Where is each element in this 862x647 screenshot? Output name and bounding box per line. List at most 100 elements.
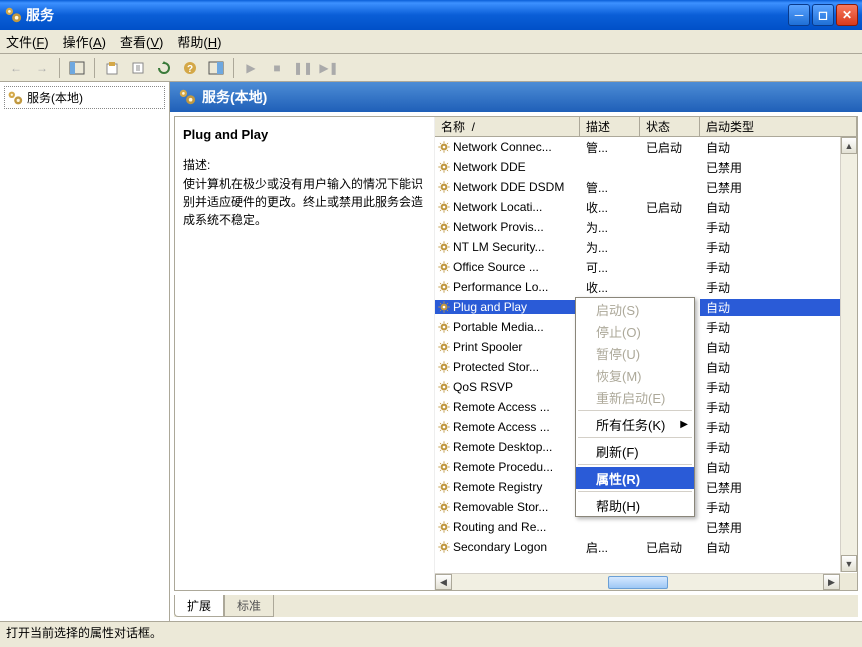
gear-icon <box>437 240 451 254</box>
service-description: 使计算机在极少或没有用户输入的情况下能识别并适应硬件的更改。终止或禁用此服务会造… <box>183 175 426 229</box>
view-tabs: 扩展 标准 <box>174 595 858 617</box>
cell-start: 已禁用 <box>700 479 857 496</box>
table-row[interactable]: Network Locati...收...已启动自动 <box>435 197 857 217</box>
cell-name: Remote Desktop... <box>453 440 552 454</box>
back-button[interactable]: ← <box>4 57 28 79</box>
ctx-refresh[interactable]: 刷新(F) <box>576 440 694 462</box>
gear-icon <box>437 440 451 454</box>
ctx-restart[interactable]: 重新启动(E) <box>576 386 694 408</box>
list-header: 名称 / 描述 状态 启动类型 <box>435 117 857 137</box>
ctx-alltasks[interactable]: 所有任务(K)▶ <box>576 413 694 435</box>
gear-icon <box>437 200 451 214</box>
toolbar-properties-button[interactable] <box>100 57 124 79</box>
cell-start: 手动 <box>700 399 857 416</box>
table-row[interactable]: Secondary Logon启...已启动自动 <box>435 537 857 557</box>
gear-icon <box>437 220 451 234</box>
cell-name: Remote Access ... <box>453 420 550 434</box>
ctx-start[interactable]: 启动(S) <box>576 298 694 320</box>
cell-start: 自动 <box>700 539 857 556</box>
table-row[interactable]: NT LM Security...为...手动 <box>435 237 857 257</box>
cell-start: 自动 <box>700 359 857 376</box>
table-row[interactable]: Network Connec...管...已启动自动 <box>435 137 857 157</box>
gear-icon <box>437 420 451 434</box>
cell-name: Network DDE DSDM <box>453 180 564 194</box>
gear-icon <box>437 360 451 374</box>
col-name[interactable]: 名称 / <box>435 117 580 136</box>
gears-icon <box>7 90 23 106</box>
vertical-scrollbar[interactable]: ▲ ▼ <box>840 137 857 572</box>
toolbar-help-button[interactable]: ? <box>178 57 202 79</box>
table-row[interactable]: Office Source ...可...手动 <box>435 257 857 277</box>
cell-name: Network Provis... <box>453 220 544 234</box>
cell-name: Removable Stor... <box>453 500 548 514</box>
scroll-left-button[interactable]: ◀ <box>435 574 452 590</box>
cell-start: 已禁用 <box>700 179 857 196</box>
table-row[interactable]: Performance Lo...收...手动 <box>435 277 857 297</box>
toolbar-showpane-button[interactable] <box>65 57 89 79</box>
gear-icon <box>437 160 451 174</box>
menu-file[interactable]: 文件(F) <box>6 32 49 51</box>
gear-icon <box>437 480 451 494</box>
maximize-button[interactable]: ◻ <box>812 4 834 26</box>
close-button[interactable]: ✕ <box>836 4 858 26</box>
cell-name: Performance Lo... <box>453 280 548 294</box>
gear-icon <box>437 520 451 534</box>
tab-extended[interactable]: 扩展 <box>174 595 224 617</box>
menu-view[interactable]: 查看(V) <box>120 32 163 51</box>
menu-action[interactable]: 操作(A) <box>63 32 106 51</box>
pause-button[interactable]: ❚❚ <box>291 57 315 79</box>
col-start[interactable]: 启动类型 <box>700 117 857 136</box>
table-row[interactable]: Routing and Re...已禁用 <box>435 517 857 537</box>
cell-name: Network Locati... <box>453 200 542 214</box>
stop-button[interactable]: ■ <box>265 57 289 79</box>
cell-start: 已禁用 <box>700 519 857 536</box>
gear-icon <box>437 320 451 334</box>
cell-start: 手动 <box>700 499 857 516</box>
tree-panel: 服务(本地) <box>0 82 170 621</box>
gear-icon <box>437 380 451 394</box>
gear-icon <box>437 140 451 154</box>
tree-root-label: 服务(本地) <box>27 89 83 106</box>
minimize-button[interactable]: ─ <box>788 4 810 26</box>
col-status[interactable]: 状态 <box>640 117 700 136</box>
restart-button[interactable]: ▶❚ <box>317 57 341 79</box>
ctx-resume[interactable]: 恢复(M) <box>576 364 694 386</box>
toolbar-list-button[interactable] <box>204 57 228 79</box>
cell-name: QoS RSVP <box>453 380 513 394</box>
ctx-stop[interactable]: 停止(O) <box>576 320 694 342</box>
cell-name: Secondary Logon <box>453 540 547 554</box>
ctx-pause[interactable]: 暂停(U) <box>576 342 694 364</box>
gear-icon <box>437 260 451 274</box>
horizontal-scrollbar[interactable]: ◀ ▶ <box>435 573 840 590</box>
forward-button[interactable]: → <box>30 57 54 79</box>
table-row[interactable]: Network Provis...为...手动 <box>435 217 857 237</box>
table-row[interactable]: Network DDE DSDM管...已禁用 <box>435 177 857 197</box>
ctx-help[interactable]: 帮助(H) <box>576 494 694 516</box>
menu-help[interactable]: 帮助(H) <box>177 32 221 51</box>
cell-name: Network DDE <box>453 160 526 174</box>
menubar: 文件(F) 操作(A) 查看(V) 帮助(H) <box>0 30 862 54</box>
tab-standard[interactable]: 标准 <box>224 595 274 617</box>
toolbar-refresh-button[interactable] <box>152 57 176 79</box>
scroll-right-button[interactable]: ▶ <box>823 574 840 590</box>
col-desc[interactable]: 描述 <box>580 117 640 136</box>
cell-name: Protected Stor... <box>453 360 539 374</box>
play-button[interactable]: ▶ <box>239 57 263 79</box>
cell-start: 手动 <box>700 239 857 256</box>
scroll-thumb[interactable] <box>608 576 668 589</box>
scroll-down-button[interactable]: ▼ <box>841 555 857 572</box>
scroll-up-button[interactable]: ▲ <box>841 137 857 154</box>
svg-text:?: ? <box>187 64 193 75</box>
cell-start: 自动 <box>700 299 857 316</box>
service-list: 名称 / 描述 状态 启动类型 Network Connec...管...已启动… <box>435 117 857 590</box>
tree-root-item[interactable]: 服务(本地) <box>4 86 165 109</box>
toolbar: ← → ? ▶ ■ ❚❚ ▶❚ <box>0 54 862 82</box>
cell-name: Network Connec... <box>453 140 552 154</box>
cell-start: 手动 <box>700 419 857 436</box>
cell-name: NT LM Security... <box>453 240 545 254</box>
table-row[interactable]: Network DDE已禁用 <box>435 157 857 177</box>
cell-name: Portable Media... <box>453 320 544 334</box>
window-title: 服务 <box>26 5 788 25</box>
ctx-properties[interactable]: 属性(R) <box>576 467 694 489</box>
toolbar-export-button[interactable] <box>126 57 150 79</box>
